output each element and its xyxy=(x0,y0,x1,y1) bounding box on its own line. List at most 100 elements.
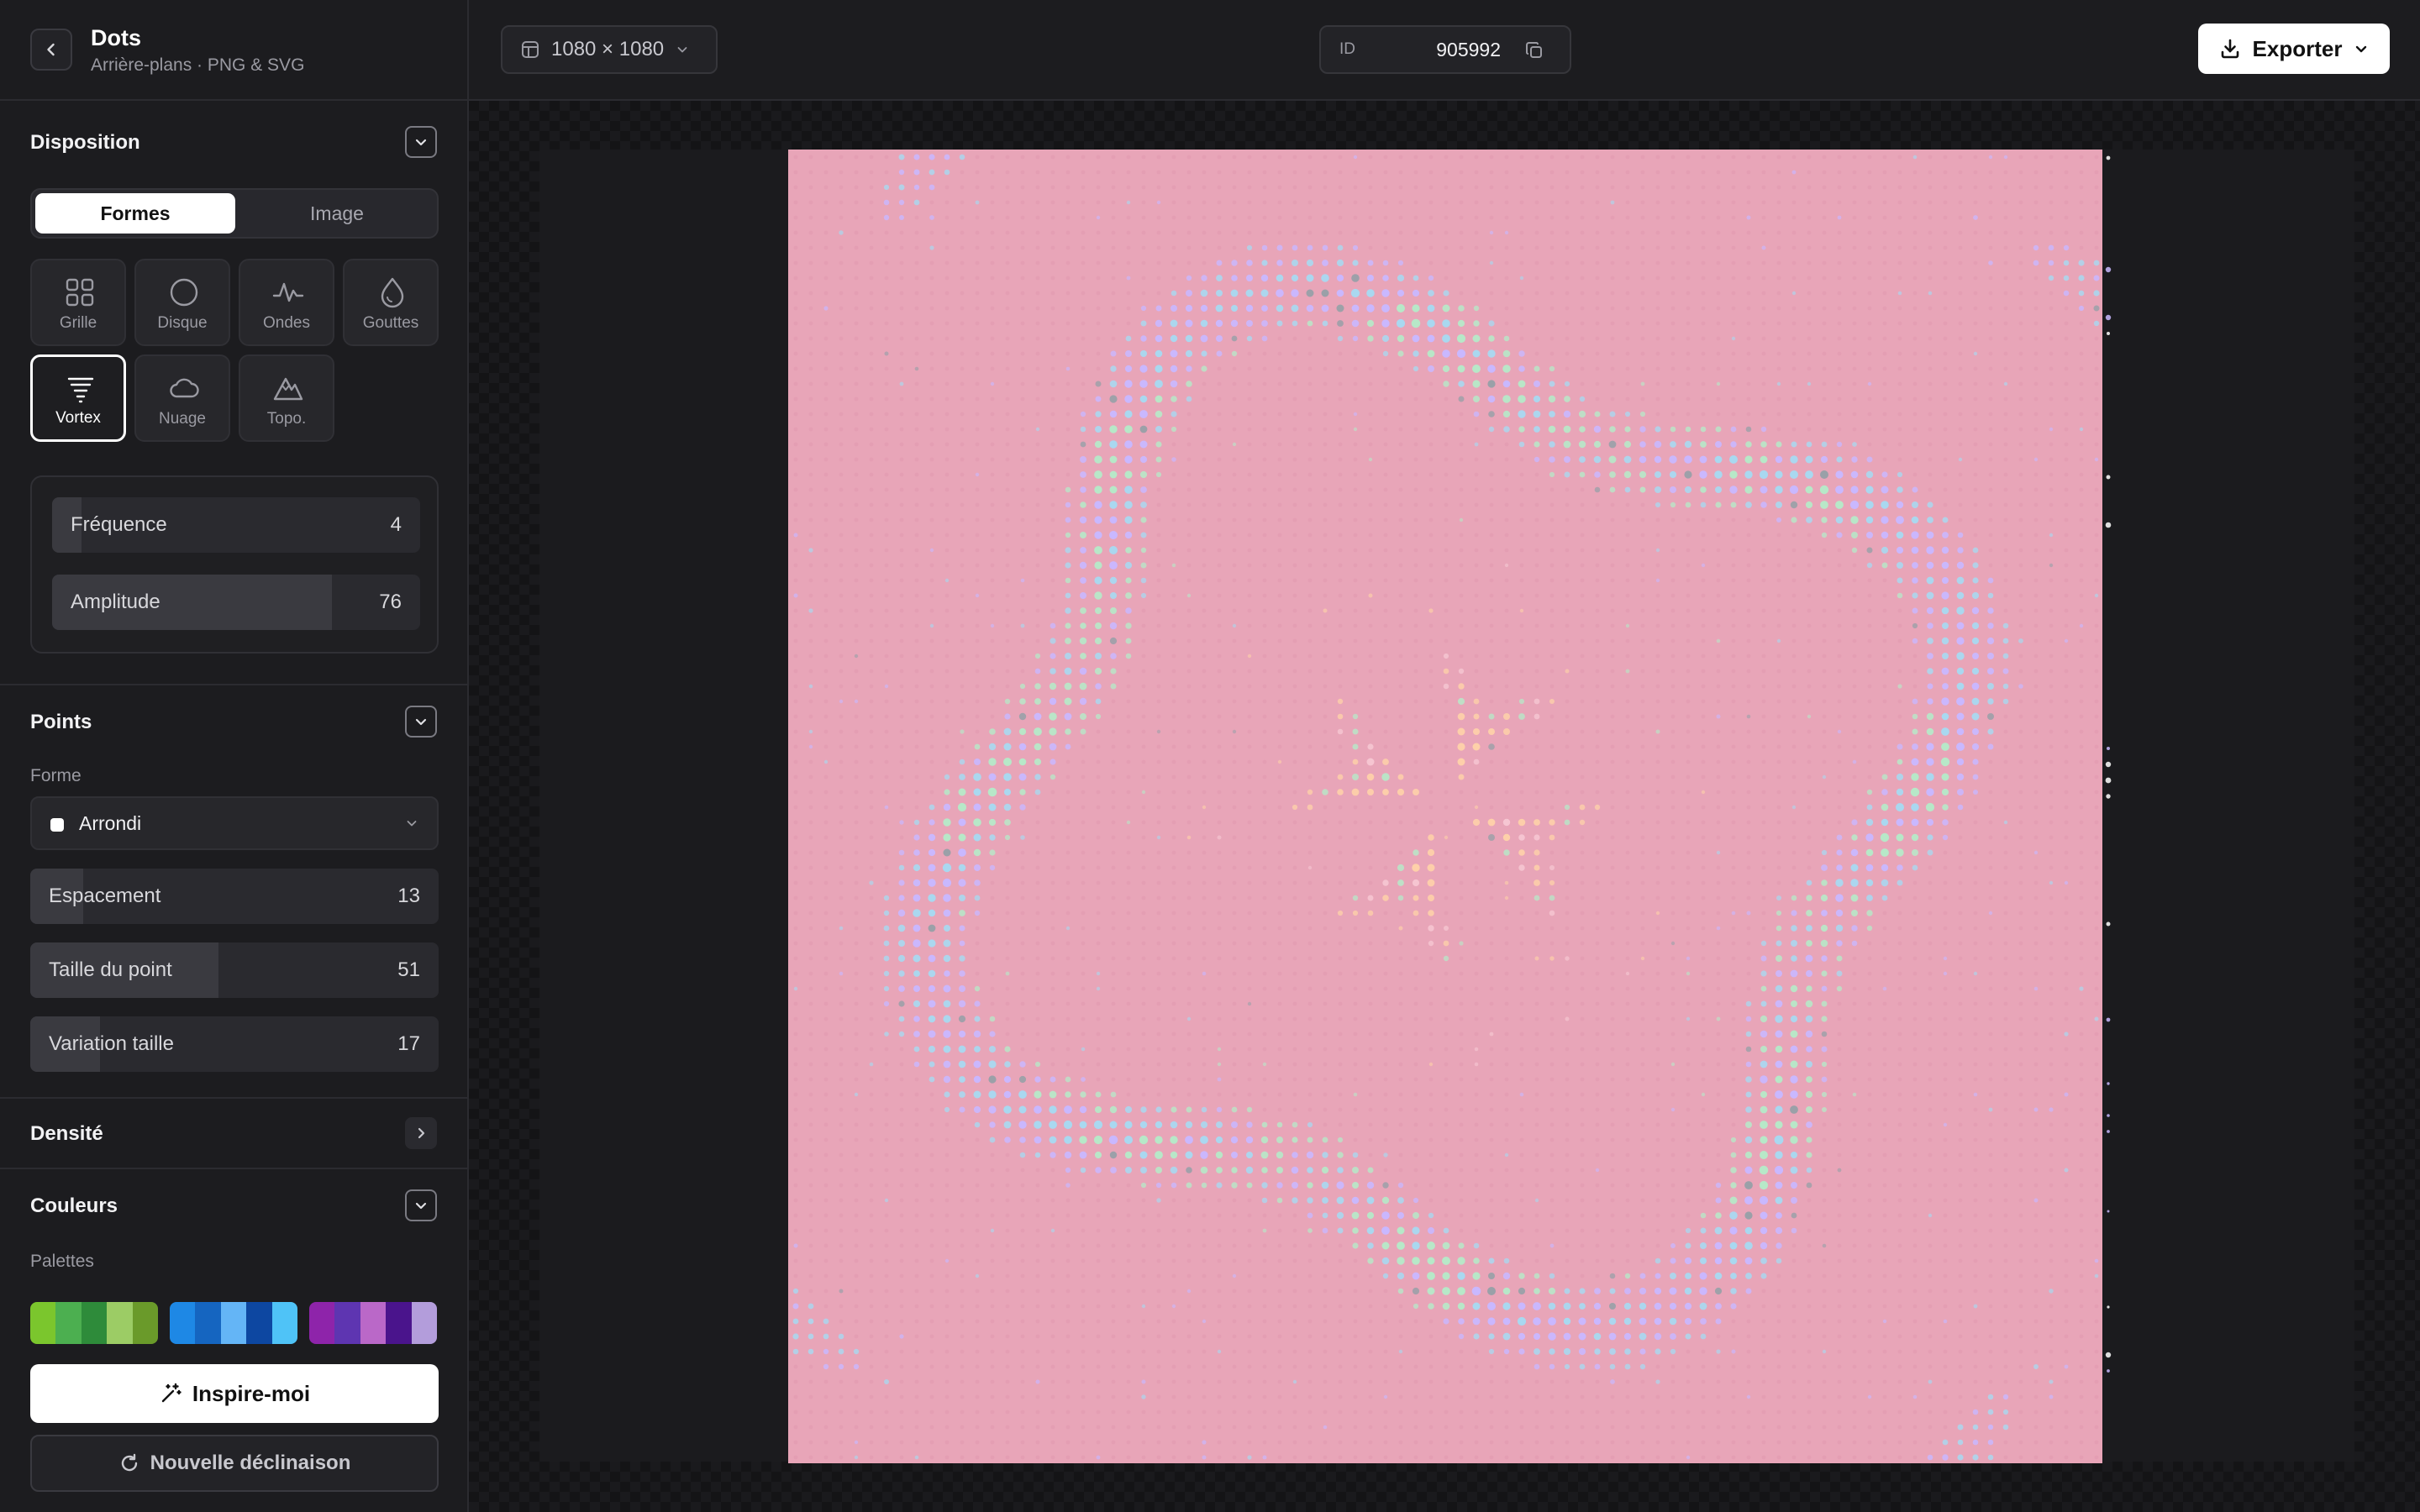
pattern-dot xyxy=(2079,880,2084,885)
pattern-dot xyxy=(1852,714,1857,719)
pattern-dot xyxy=(1973,926,1978,931)
pattern-dot xyxy=(1353,805,1358,810)
pattern-dot xyxy=(1791,638,1797,643)
new-variation-button[interactable]: Nouvelle déclinaison xyxy=(30,1435,439,1492)
pattern-dot xyxy=(960,245,965,250)
amplitude-slider[interactable]: Amplitude 76 xyxy=(52,575,420,630)
back-button[interactable] xyxy=(30,29,72,71)
canvas-size-select[interactable]: 1080 × 1080 xyxy=(501,25,718,74)
pattern-dot xyxy=(1005,865,1010,870)
pattern-dot xyxy=(1851,940,1858,947)
pattern-dot xyxy=(1413,638,1418,643)
spacing-slider[interactable]: Espacement 13 xyxy=(30,869,439,924)
copy-icon[interactable] xyxy=(1524,40,1544,60)
pattern-dot xyxy=(1686,155,1691,160)
pattern-dot xyxy=(1731,215,1736,220)
pattern-dot xyxy=(1262,366,1267,371)
pattern-dot xyxy=(1096,185,1101,190)
pattern-dot xyxy=(1534,895,1540,901)
pattern-dot xyxy=(944,714,950,719)
pattern-dot xyxy=(1459,502,1464,507)
pattern-dot xyxy=(2064,442,2069,447)
pattern-dot xyxy=(1565,215,1570,220)
pattern-dot xyxy=(898,154,905,160)
pattern-dot xyxy=(808,155,813,160)
pattern-dot xyxy=(1971,667,1980,675)
shape-option-nuage[interactable]: Nuage xyxy=(134,354,230,442)
pattern-dot xyxy=(2079,502,2084,507)
pattern-dot xyxy=(1867,200,1872,205)
pattern-dot xyxy=(1912,381,1918,386)
pattern-dot xyxy=(1851,456,1858,463)
pattern-dot xyxy=(1943,850,1948,855)
pattern-dot xyxy=(1731,744,1736,749)
pattern-dot xyxy=(1459,880,1464,885)
pattern-dot xyxy=(1139,380,1148,388)
pattern-dot xyxy=(1897,895,1902,900)
pattern-dot xyxy=(1852,412,1857,417)
chevron-right-icon xyxy=(418,1127,425,1139)
pattern-dot xyxy=(2033,578,2039,583)
shape-option-grille[interactable]: Grille xyxy=(30,259,126,346)
pattern-dot xyxy=(2064,623,2069,628)
shape-option-disque[interactable]: Disque xyxy=(134,259,230,346)
inspire-button[interactable]: Inspire-moi xyxy=(30,1364,439,1423)
pattern-dot xyxy=(1277,774,1282,780)
pattern-dot xyxy=(1368,986,1373,991)
pattern-dot xyxy=(1035,396,1040,402)
shape-option-gouttes[interactable]: Gouttes xyxy=(343,259,439,346)
pattern-dot xyxy=(2064,381,2069,386)
pattern-dot xyxy=(1776,925,1782,932)
collapse-points-button[interactable] xyxy=(405,706,437,738)
download-icon xyxy=(2221,39,2238,59)
palette-option[interactable] xyxy=(30,1302,158,1344)
shape-option-ondes[interactable]: Ondes xyxy=(239,259,334,346)
palette-option[interactable] xyxy=(170,1302,297,1344)
export-button[interactable]: Exporter xyxy=(2198,24,2390,74)
pattern-dot xyxy=(1761,245,1766,250)
pattern-dot xyxy=(1338,850,1343,855)
pattern-dot xyxy=(2094,155,2099,160)
pattern-dot xyxy=(899,517,904,522)
pattern-dot xyxy=(1065,486,1071,493)
pattern-dot xyxy=(2003,245,2008,250)
pattern-dot xyxy=(1549,638,1555,643)
expand-density-button[interactable] xyxy=(405,1117,437,1149)
pattern-dot xyxy=(1776,654,1781,659)
pattern-dot xyxy=(1292,774,1297,780)
shape-option-topo[interactable]: Topo. xyxy=(239,354,334,442)
pattern-dot xyxy=(1519,170,1524,175)
size-variation-slider[interactable]: Variation taille 17 xyxy=(30,1016,439,1072)
pattern-dot xyxy=(1731,517,1736,522)
pattern-dot xyxy=(1171,548,1176,553)
frequency-slider[interactable]: Fréquence 4 xyxy=(52,497,420,553)
tab-image[interactable]: Image xyxy=(237,193,437,234)
pattern-dot xyxy=(1972,653,1979,659)
pattern-dot xyxy=(2049,774,2054,780)
pattern-dot xyxy=(1850,848,1859,857)
tab-formes[interactable]: Formes xyxy=(35,193,235,234)
artwork-canvas[interactable] xyxy=(788,150,2102,1463)
collapse-disposition-button[interactable] xyxy=(405,126,437,158)
dot-shape-select[interactable]: Arrondi xyxy=(30,796,439,850)
pattern-dot xyxy=(1368,351,1373,356)
pattern-dot xyxy=(1746,744,1751,749)
pattern-dot xyxy=(1095,426,1102,433)
pattern-dot xyxy=(2079,336,2084,341)
collapse-colors-button[interactable] xyxy=(405,1189,437,1221)
pattern-dot xyxy=(944,306,950,311)
shape-option-vortex[interactable]: Vortex xyxy=(30,354,126,442)
pattern-dot xyxy=(990,941,995,946)
pattern-dot xyxy=(1549,548,1555,553)
palette-option[interactable] xyxy=(309,1302,437,1344)
pattern-dot xyxy=(1655,638,1660,643)
pattern-dot xyxy=(854,1001,859,1006)
dot-size-slider[interactable]: Taille du point 51 xyxy=(30,942,439,998)
seed-id-field[interactable]: ID 905992 xyxy=(1319,25,1571,74)
pattern-dot xyxy=(1971,682,1980,690)
pattern-dot xyxy=(975,487,980,492)
pattern-dot xyxy=(1565,744,1570,749)
pattern-dot xyxy=(2018,351,2023,356)
pattern-dot xyxy=(1776,593,1781,598)
pattern-dot xyxy=(1731,714,1736,719)
